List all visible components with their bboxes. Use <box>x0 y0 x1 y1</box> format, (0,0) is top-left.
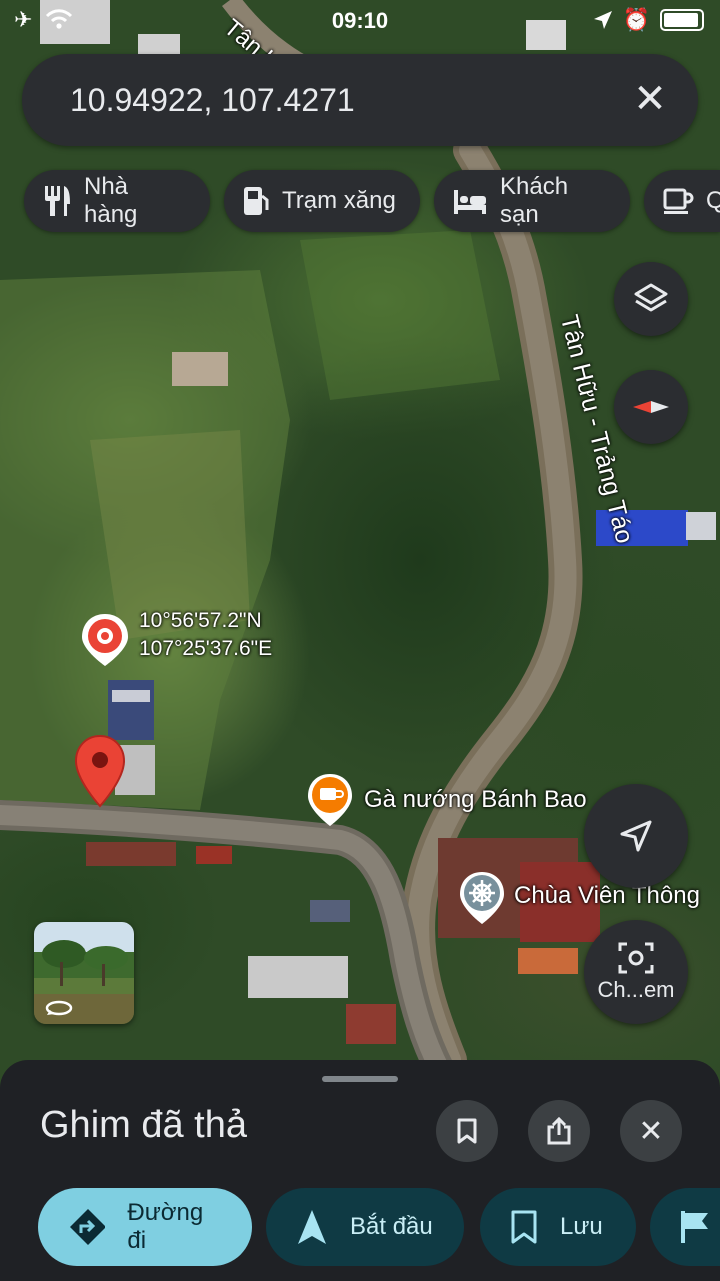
bookmark-icon <box>511 1210 537 1244</box>
close-sheet-button[interactable]: ✕ <box>620 1100 682 1162</box>
compass-icon <box>633 401 669 413</box>
bookmark-icon <box>457 1118 477 1144</box>
longitude-text: 107°25'37.6"E <box>139 637 273 660</box>
share-icon <box>547 1116 571 1145</box>
chip-label: Khách sạn <box>500 173 569 228</box>
start-button[interactable]: Bắt đầu <box>266 1188 464 1266</box>
alarm-icon: ⏰ <box>622 7 650 32</box>
latitude-text: 10°56'57.2"N <box>139 609 262 632</box>
label-flag-button[interactable] <box>650 1188 720 1266</box>
street-view-thumbnail[interactable] <box>34 922 134 1024</box>
chip-restaurant[interactable]: Nhà hàng <box>24 170 210 232</box>
flag-icon <box>681 1211 708 1243</box>
close-icon: ✕ <box>638 1114 664 1148</box>
cafe-poi-icon[interactable] <box>306 772 354 828</box>
share-button[interactable] <box>528 1100 590 1162</box>
sheet-drag-handle[interactable] <box>322 1076 398 1082</box>
directions-button[interactable]: Đường đi <box>38 1188 252 1266</box>
chip-label: Q <box>706 187 720 214</box>
location-arrow-icon <box>593 11 612 29</box>
camera-search-button[interactable]: Ch...em <box>584 920 688 1024</box>
dropped-pin-coordinates: 10°56'57.2"N 107°25'37.6"E <box>139 607 272 663</box>
my-location-button[interactable] <box>584 784 688 888</box>
hotel-bed-icon <box>454 190 486 214</box>
status-right: ⏰ <box>593 7 704 33</box>
coordinate-pin-icon[interactable] <box>80 612 130 668</box>
coffee-cup-icon <box>663 188 694 214</box>
poi-label-restaurant[interactable]: Gà nướng Bánh Bao <box>364 786 587 814</box>
directions-icon <box>70 1209 106 1245</box>
rotate-360-icon <box>45 1000 73 1016</box>
status-bar: ✈ 09:10 ⏰ <box>0 0 720 40</box>
camera-button-label: Ch...em <box>597 977 675 1002</box>
close-icon[interactable]: ✕ <box>626 76 674 124</box>
sheet-title: Ghim đã thả <box>40 1104 247 1146</box>
restaurant-icon <box>45 186 70 216</box>
search-input[interactable]: 10.94922, 107.4271 <box>70 82 355 119</box>
navigation-arrow-outline-icon <box>620 820 652 852</box>
chip-label: Nhà hàng <box>84 173 138 228</box>
save-bookmark-button[interactable] <box>436 1100 498 1162</box>
place-bottom-sheet[interactable]: Ghim đã thả ✕ Đường đi Bắt đầu Lưu <box>0 1060 720 1281</box>
chip-cafe[interactable]: Q <box>644 170 720 232</box>
save-button[interactable]: Lưu <box>480 1188 636 1266</box>
camera-scan-icon <box>618 942 654 974</box>
action-label: Bắt đầu <box>350 1213 433 1240</box>
gas-station-icon <box>244 187 269 215</box>
chip-label: Trạm xăng <box>282 187 396 214</box>
action-label: Đường đi <box>127 1199 204 1254</box>
battery-icon <box>660 9 704 31</box>
map-pin-icon[interactable] <box>74 734 126 808</box>
compass-button[interactable] <box>614 370 688 444</box>
navigation-arrow-icon <box>298 1210 326 1244</box>
chip-hotel[interactable]: Khách sạn <box>434 170 630 232</box>
temple-poi-icon[interactable] <box>458 870 506 926</box>
layers-icon <box>634 283 668 312</box>
layers-button[interactable] <box>614 262 688 336</box>
chip-gas-station[interactable]: Trạm xăng <box>224 170 420 232</box>
poi-label-temple[interactable]: Chùa Viên Thông <box>514 882 700 910</box>
search-bar[interactable]: 10.94922, 107.4271 ✕ <box>22 54 698 146</box>
action-label: Lưu <box>560 1213 603 1240</box>
